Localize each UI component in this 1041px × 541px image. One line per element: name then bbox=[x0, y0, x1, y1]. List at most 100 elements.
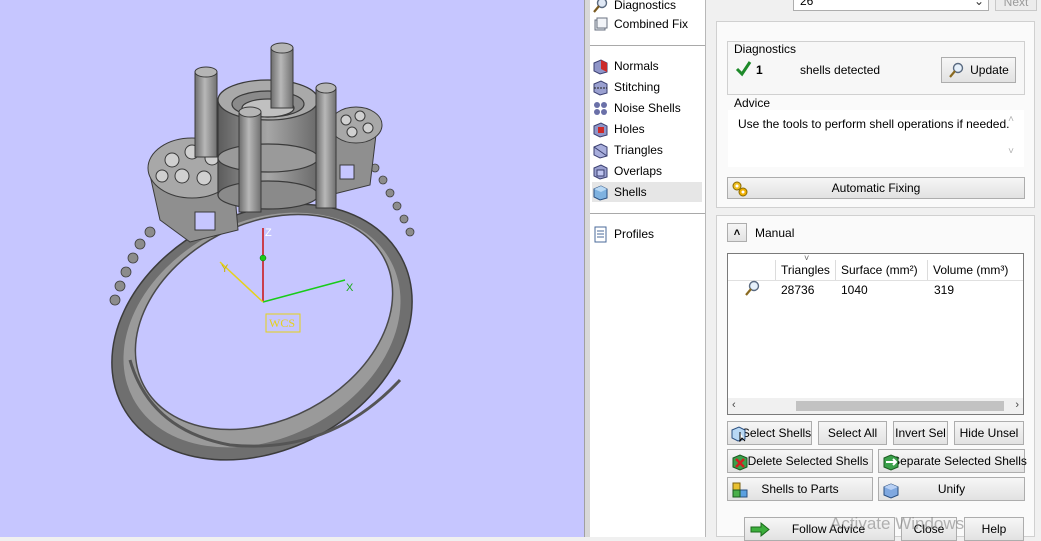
magnifier-icon bbox=[949, 62, 964, 78]
nav-item-overlaps[interactable]: Overlaps bbox=[592, 161, 702, 181]
y-axis-label: Y bbox=[221, 263, 229, 275]
next-button[interactable]: Next bbox=[995, 0, 1037, 11]
z-axis-label: Z bbox=[265, 227, 272, 239]
nav-item-triangles[interactable]: Triangles bbox=[592, 140, 702, 160]
holes-icon bbox=[593, 121, 608, 138]
checkmark-icon bbox=[735, 61, 752, 77]
cell-triangles: 28736 bbox=[781, 283, 815, 297]
nav-item-holes[interactable]: Holes bbox=[592, 119, 702, 139]
cell-volume: 319 bbox=[934, 283, 955, 297]
follow-advice-label: Follow Advice bbox=[791, 522, 866, 536]
3d-viewport[interactable]: Z X Y WCS bbox=[0, 0, 584, 537]
wcs-label: WCS bbox=[269, 316, 295, 330]
nav-item-label: Triangles bbox=[614, 143, 663, 157]
nav-item-combined-fix[interactable]: Combined Fix bbox=[592, 14, 702, 34]
profile-select-value: 26 bbox=[800, 0, 814, 8]
diagnostics-title: Diagnostics bbox=[734, 42, 797, 56]
select-shells-button[interactable]: Select Shells bbox=[727, 421, 812, 445]
advice-textbox: Use the tools to perform shell operation… bbox=[728, 110, 1024, 167]
magnifier-icon[interactable] bbox=[743, 280, 761, 298]
shells-to-parts-button[interactable]: Shells to Parts bbox=[727, 477, 873, 501]
diagnostics-status: shells detected bbox=[800, 63, 881, 77]
scroll-left-icon[interactable]: ‹ bbox=[732, 399, 736, 411]
column-header-surface[interactable]: Surface (mm²) bbox=[835, 260, 927, 280]
chevron-down-icon: ⌄ bbox=[973, 0, 984, 8]
table-row[interactable]: 28736 1040 319 bbox=[728, 280, 1023, 299]
profile-select[interactable]: 26 ⌄ bbox=[793, 0, 989, 11]
arrow-right-icon bbox=[750, 521, 770, 538]
invert-selection-label: Invert Sel bbox=[895, 426, 946, 440]
advice-text: Use the tools to perform shell operation… bbox=[738, 117, 1010, 131]
nav-item-shells[interactable]: Shells bbox=[592, 182, 702, 202]
unify-label: Unify bbox=[937, 482, 966, 496]
stitching-icon bbox=[593, 79, 608, 96]
update-button[interactable]: Update bbox=[941, 57, 1016, 83]
advice-title: Advice bbox=[734, 96, 771, 110]
horizontal-scrollbar[interactable]: ‹ › bbox=[728, 398, 1023, 414]
nav-item-label: Holes bbox=[614, 122, 645, 136]
help-button[interactable]: Help bbox=[964, 517, 1024, 541]
update-button-label: Update bbox=[970, 63, 1009, 77]
chevron-up-double-icon: ˄ bbox=[733, 226, 741, 239]
scroll-right-icon[interactable]: › bbox=[1015, 399, 1019, 411]
nav-divider bbox=[590, 213, 705, 214]
invert-selection-button[interactable]: Invert Sel bbox=[893, 421, 948, 445]
normals-icon bbox=[593, 58, 608, 75]
automatic-fixing-label: Automatic Fixing bbox=[831, 181, 921, 195]
select-all-label: Select All bbox=[827, 426, 878, 440]
scroll-down-icon[interactable]: ˅ bbox=[1008, 146, 1014, 157]
separate-selected-shells-button[interactable]: Separate Selected Shells bbox=[878, 449, 1027, 473]
noise-shells-icon bbox=[594, 101, 607, 115]
help-button-label: Help bbox=[981, 522, 1007, 536]
cube-select-icon bbox=[731, 426, 746, 442]
column-header-triangles[interactable]: Triangles bbox=[775, 260, 835, 280]
hide-unselected-button[interactable]: Hide Unsel bbox=[954, 421, 1024, 445]
x-axis-label: X bbox=[346, 282, 354, 294]
nav-item-diagnostics[interactable]: Diagnostics bbox=[592, 0, 702, 15]
delete-shell-icon bbox=[732, 454, 748, 471]
cell-surface: 1040 bbox=[841, 283, 868, 297]
select-all-button[interactable]: Select All bbox=[818, 421, 887, 445]
nav-item-profiles[interactable]: Profiles bbox=[592, 224, 702, 244]
next-button-label: Next bbox=[1003, 0, 1029, 9]
delete-selected-shells-label: Delete Selected Shells bbox=[747, 454, 869, 468]
gears-icon bbox=[732, 181, 748, 197]
hide-unselected-label: Hide Unsel bbox=[959, 426, 1019, 440]
close-button[interactable]: Close bbox=[901, 517, 957, 541]
delete-selected-shells-button[interactable]: Delete Selected Shells bbox=[727, 449, 873, 473]
follow-advice-button[interactable]: Follow Advice bbox=[744, 517, 895, 541]
triangles-icon bbox=[593, 142, 608, 159]
shells-to-parts-icon bbox=[732, 482, 748, 498]
shells-to-parts-label: Shells to Parts bbox=[761, 482, 839, 496]
shell-count: 1 bbox=[756, 63, 763, 77]
nav-divider bbox=[590, 45, 705, 46]
nav-item-label: Overlaps bbox=[614, 164, 663, 178]
unify-button[interactable]: Unify bbox=[878, 477, 1025, 501]
shells-cube-icon bbox=[593, 184, 608, 201]
nav-item-stitching[interactable]: Stitching bbox=[592, 77, 702, 97]
fix-category-list: Diagnostics Combined Fix Normals Stitchi… bbox=[590, 0, 706, 537]
cube-stack-icon bbox=[594, 17, 608, 30]
magnifier-icon bbox=[593, 0, 608, 13]
nav-item-label: Shells bbox=[614, 185, 647, 199]
ring-model[interactable]: Z X Y WCS bbox=[0, 0, 584, 537]
automatic-fixing-button[interactable]: Automatic Fixing bbox=[727, 177, 1025, 199]
close-button-label: Close bbox=[913, 522, 945, 536]
unify-icon bbox=[883, 483, 899, 499]
separate-shell-icon bbox=[883, 454, 899, 471]
nav-item-label: Stitching bbox=[614, 80, 661, 94]
nav-item-label: Combined Fix bbox=[614, 17, 689, 31]
scrollbar-thumb[interactable] bbox=[796, 401, 1004, 411]
nav-item-normals[interactable]: Normals bbox=[592, 56, 702, 76]
nav-item-label: Normals bbox=[614, 59, 659, 73]
document-icon bbox=[594, 226, 607, 242]
scroll-up-icon[interactable]: ˄ bbox=[1008, 114, 1014, 125]
nav-item-noise-shells[interactable]: Noise Shells bbox=[592, 98, 702, 118]
collapse-manual-button[interactable]: ˄ bbox=[727, 223, 747, 242]
overlaps-icon bbox=[593, 163, 608, 180]
nav-item-label: Noise Shells bbox=[614, 101, 681, 115]
shells-table[interactable]: ˅ Triangles Surface (mm²) Volume (mm³) 2… bbox=[727, 253, 1024, 415]
manual-title: Manual bbox=[755, 226, 795, 240]
column-header-volume[interactable]: Volume (mm³) bbox=[927, 260, 1023, 280]
nav-item-label: Profiles bbox=[614, 227, 655, 241]
